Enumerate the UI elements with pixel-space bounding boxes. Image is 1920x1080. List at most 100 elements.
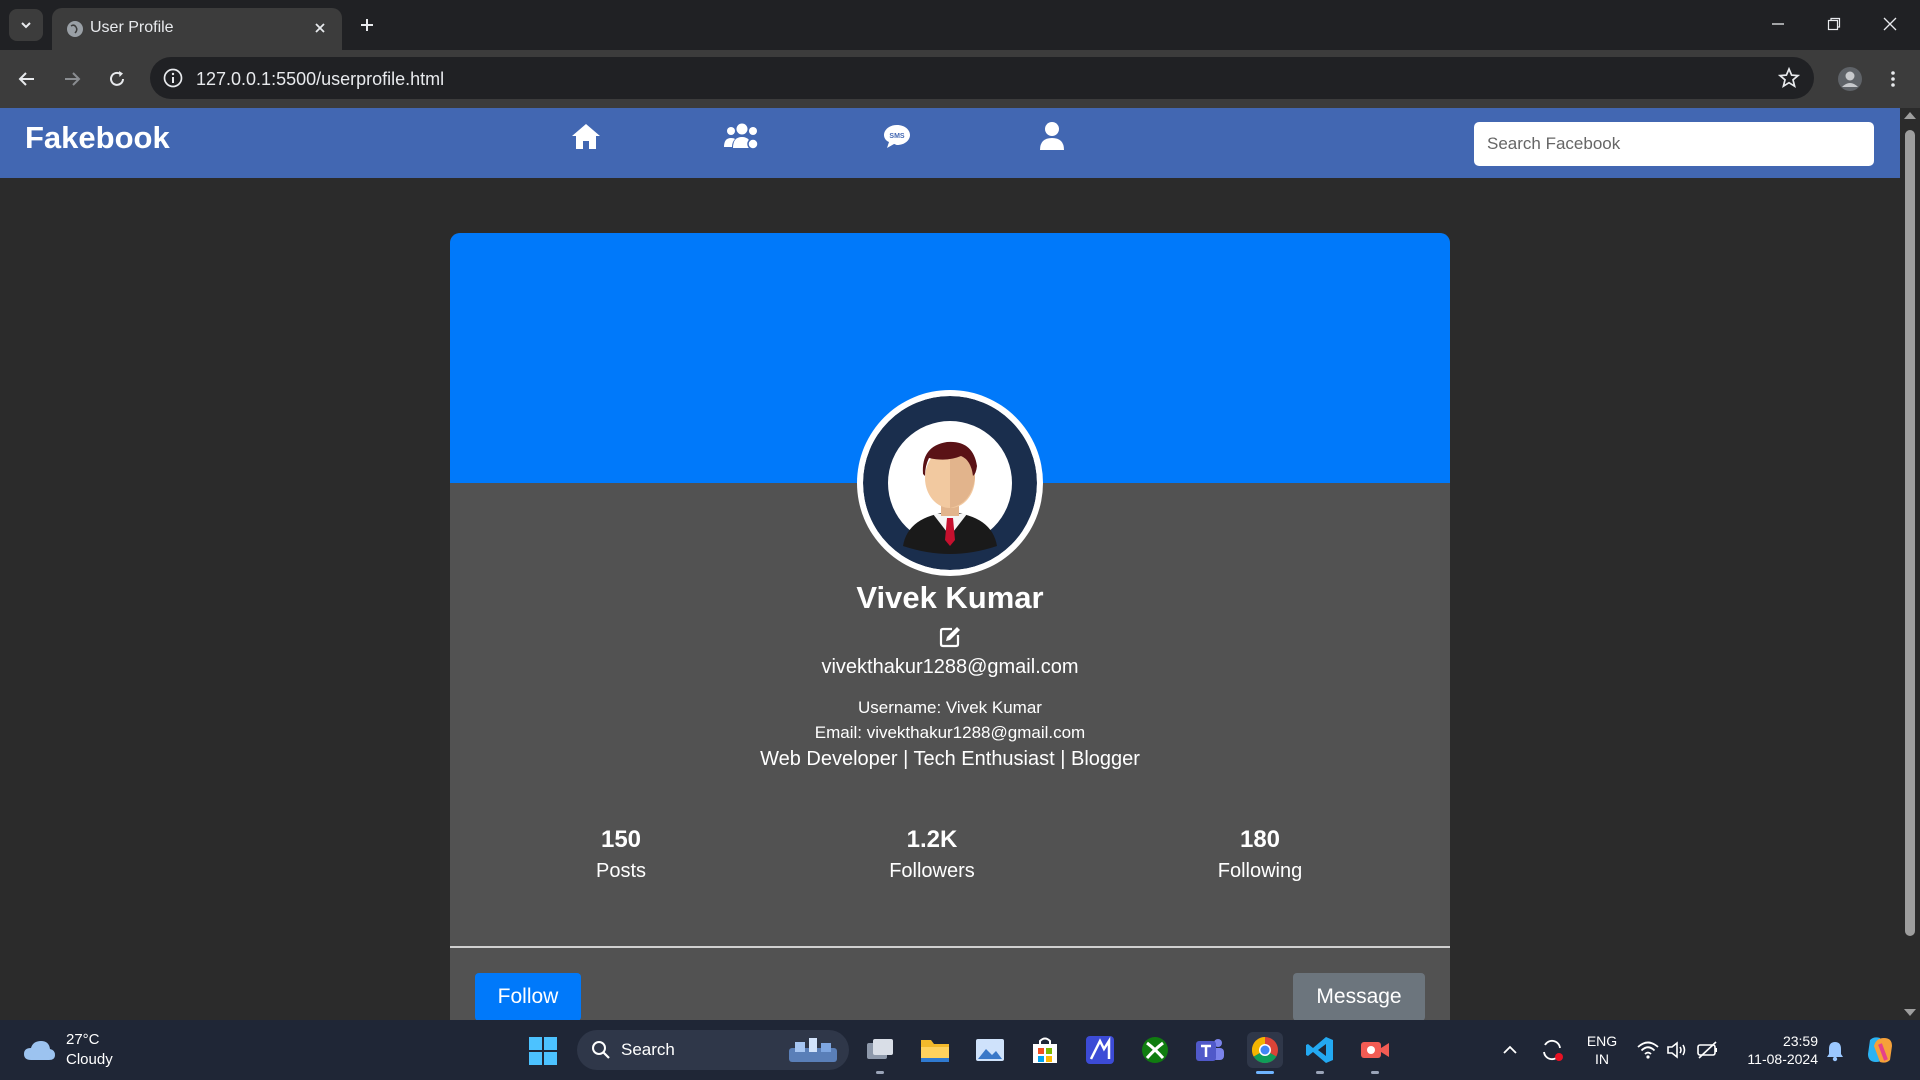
battery-icon[interactable] <box>1696 1040 1720 1060</box>
tab-title: User Profile <box>90 19 174 36</box>
search-highlight-icon <box>789 1038 837 1062</box>
app-tile-icon <box>1086 1036 1114 1064</box>
nav-friends[interactable] <box>724 118 760 154</box>
taskbar-indicator <box>1371 1071 1379 1074</box>
teams-icon <box>1196 1039 1224 1061</box>
edit-icon[interactable] <box>938 625 962 649</box>
scroll-up-icon[interactable] <box>1904 112 1916 119</box>
profile-name: Vivek Kumar <box>856 580 1044 615</box>
taskbar-app-blue[interactable] <box>1082 1032 1118 1068</box>
url-text: 127.0.0.1:5500/userprofile.html <box>196 69 445 89</box>
clock-date: 11-08-2024 <box>1747 1051 1818 1067</box>
taskbar-store[interactable] <box>1027 1032 1063 1068</box>
search-input[interactable] <box>1474 122 1874 166</box>
profile-avatar-button[interactable] <box>1834 63 1866 95</box>
fakebook-logo[interactable]: Fakebook <box>25 120 170 156</box>
profile-avatar <box>857 390 1043 576</box>
tab-search-button[interactable] <box>9 9 43 41</box>
taskbar-teams[interactable] <box>1192 1032 1228 1068</box>
xbox-icon <box>1142 1037 1168 1063</box>
minimize-icon <box>1772 23 1784 25</box>
photos-icon <box>976 1039 1004 1061</box>
stat-label: Following <box>1217 860 1303 882</box>
weather-widget[interactable]: 27°C Cloudy <box>22 1030 113 1070</box>
profile-bio: Web Developer | Tech Enthusiast | Blogge… <box>760 748 1140 770</box>
weather-desc: Cloudy <box>66 1051 113 1068</box>
arrow-right-icon <box>65 72 81 86</box>
reload-button[interactable] <box>101 63 133 95</box>
plus-icon <box>361 19 373 31</box>
sms-icon: SMS <box>884 125 910 148</box>
clock[interactable]: 23:59 11-08-2024 <box>1732 1032 1818 1068</box>
taskbar-vscode[interactable] <box>1302 1032 1338 1074</box>
windows-taskbar: 27°C Cloudy Search ENG IN 23:59 11-08-20… <box>0 1020 1920 1080</box>
close-tab-button[interactable] <box>310 18 330 38</box>
copilot-icon[interactable] <box>1864 1034 1896 1066</box>
taskbar-xbox[interactable] <box>1137 1032 1173 1068</box>
bookmark-star-icon[interactable] <box>1778 67 1800 89</box>
wifi-icon[interactable] <box>1637 1040 1659 1060</box>
taskbar-file-explorer[interactable] <box>917 1032 953 1068</box>
scroll-thumb[interactable] <box>1905 130 1915 936</box>
taskbar-search-label: Search <box>621 1040 675 1059</box>
new-tab-button[interactable] <box>353 11 381 39</box>
chevron-up-icon[interactable] <box>1502 1042 1518 1058</box>
stat-followers[interactable]: 1.2K Followers <box>832 826 1032 883</box>
stat-value: 180 <box>1239 826 1281 853</box>
globe-icon <box>67 21 83 37</box>
taskbar-chrome[interactable] <box>1247 1032 1283 1074</box>
page-scrollbar[interactable] <box>1900 108 1920 1020</box>
weather-temp: 27°C <box>66 1031 100 1048</box>
reload-icon <box>110 71 124 86</box>
more-vert-icon <box>1891 71 1895 87</box>
minimize-button[interactable] <box>1750 6 1806 42</box>
store-icon <box>1033 1037 1057 1063</box>
message-button[interactable]: Message <box>1293 973 1425 1020</box>
browser-menu-button[interactable] <box>1877 63 1909 95</box>
taskbar-photos[interactable] <box>972 1032 1008 1068</box>
profile-email: vivekthakur1288@gmail.com <box>821 656 1079 678</box>
stat-posts[interactable]: 150 Posts <box>521 826 721 883</box>
cloud-icon <box>24 1041 55 1060</box>
avatar-illustration <box>863 396 1037 570</box>
windows-start-icon[interactable] <box>528 1036 558 1066</box>
nav-profile[interactable] <box>1034 118 1070 154</box>
notification-bell-icon[interactable] <box>1826 1040 1844 1062</box>
taskbar-recorder[interactable] <box>1357 1032 1393 1074</box>
lang-bottom: IN <box>1595 1051 1609 1067</box>
taskbar-task-view[interactable] <box>862 1032 898 1074</box>
taskbar-search[interactable]: Search <box>577 1030 849 1070</box>
close-icon <box>1883 17 1897 31</box>
arrow-left-icon <box>18 72 34 86</box>
svg-text:SMS: SMS <box>889 133 905 140</box>
stat-following[interactable]: 180 Following <box>1160 826 1360 883</box>
task-view-icon <box>867 1039 893 1059</box>
lang-top: ENG <box>1586 1033 1618 1049</box>
taskbar-indicator <box>1316 1071 1324 1074</box>
nav-home[interactable] <box>568 118 604 154</box>
fakebook-navbar: Fakebook SMS <box>0 108 1900 178</box>
search-icon <box>592 1041 610 1059</box>
sync-icon[interactable] <box>1540 1038 1564 1062</box>
user-icon <box>1040 122 1064 150</box>
account-avatar-icon <box>1838 67 1862 91</box>
profile-username: Username: Vivek Kumar <box>858 698 1042 717</box>
scroll-down-icon[interactable] <box>1904 1009 1916 1016</box>
browser-tab[interactable]: User Profile <box>52 8 342 50</box>
restore-button[interactable] <box>1806 6 1862 42</box>
stat-label: Followers <box>889 860 975 882</box>
back-button[interactable] <box>11 63 43 95</box>
info-icon <box>163 68 183 88</box>
close-window-button[interactable] <box>1862 6 1918 42</box>
volume-icon[interactable] <box>1666 1040 1688 1060</box>
profile-email-detail: Email: vivekthakur1288@gmail.com <box>814 723 1086 742</box>
address-bar[interactable]: 127.0.0.1:5500/userprofile.html <box>150 57 1814 99</box>
language-indicator[interactable]: ENG IN <box>1584 1032 1620 1068</box>
chevron-down-icon <box>21 22 31 29</box>
forward-button[interactable] <box>56 63 88 95</box>
nav-messages[interactable]: SMS <box>879 118 915 154</box>
profile-card: Vivek Kumar vivekthakur1288@gmail.com Us… <box>450 233 1450 1020</box>
follow-button[interactable]: Follow <box>475 973 581 1020</box>
stat-value: 1.2K <box>906 826 958 853</box>
close-icon <box>315 23 325 33</box>
